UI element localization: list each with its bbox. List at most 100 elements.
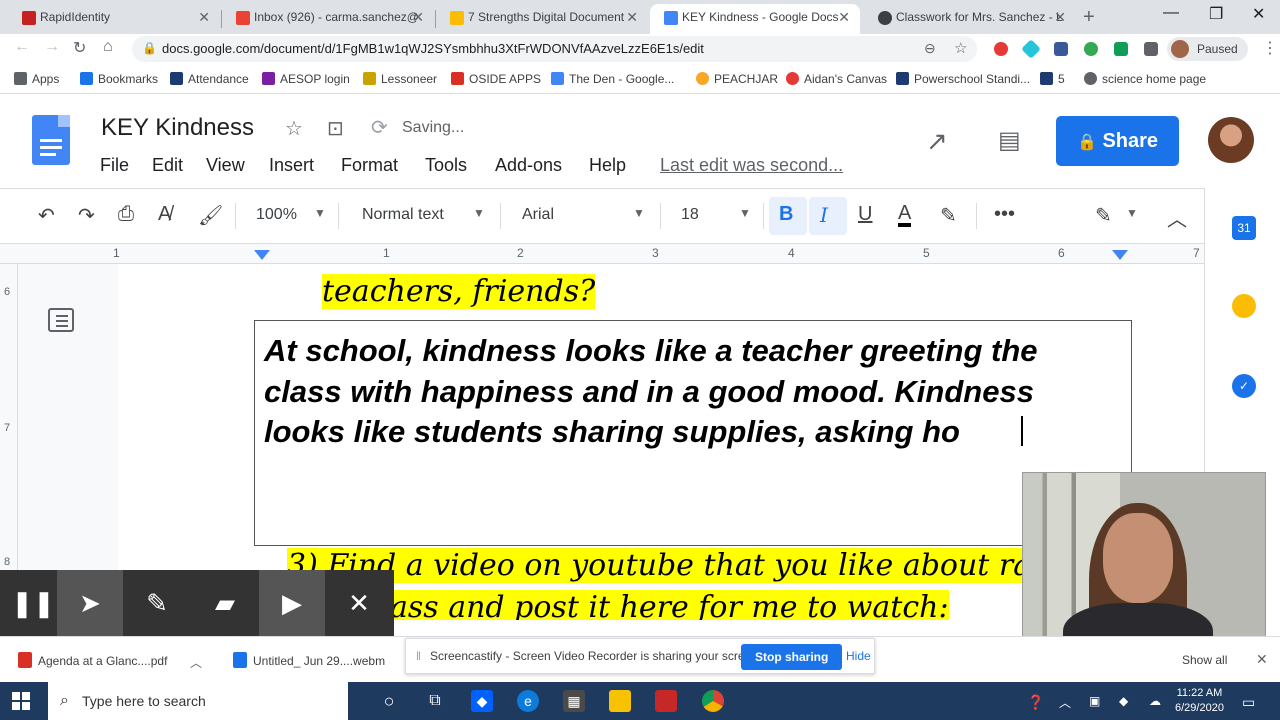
text-color-button[interactable]: A xyxy=(898,203,912,227)
tab-gmail-inbox[interactable]: Inbox (926) - carma.sanchez@ ✕ xyxy=(222,4,434,34)
hide-button[interactable]: Hide xyxy=(846,649,871,663)
move-folder-icon[interactable]: ⊡ xyxy=(327,116,344,141)
download-item[interactable]: Agenda at a Glanc....pdf ︿ xyxy=(18,652,202,670)
google-docs-logo-icon[interactable] xyxy=(32,115,70,165)
back-icon[interactable]: ← xyxy=(14,38,30,56)
menu-view[interactable]: View xyxy=(206,155,245,176)
highlighter-icon[interactable]: ▰ xyxy=(192,570,258,636)
close-window-icon[interactable]: ✕ xyxy=(1252,4,1265,24)
last-edit-link[interactable]: Last edit was second... xyxy=(660,155,843,176)
bookmark-powerschool[interactable]: Powerschool Standi... xyxy=(896,72,1030,86)
zoom-icon[interactable]: ⊖ xyxy=(924,40,936,57)
system-clock[interactable]: 11:22 AM 6/29/2020 xyxy=(1175,686,1224,716)
restore-icon[interactable]: ❐ xyxy=(1209,4,1223,24)
document-outline-icon[interactable] xyxy=(48,308,74,332)
chevron-down-icon[interactable]: ▼ xyxy=(1126,206,1138,220)
webcam-overlay[interactable] xyxy=(1022,472,1266,656)
extension-icon[interactable] xyxy=(1084,42,1098,56)
cursor-pointer-icon[interactable]: ➤ xyxy=(57,570,123,636)
more-options-icon[interactable]: ••• xyxy=(994,203,1015,226)
menu-addons[interactable]: Add-ons xyxy=(495,155,562,176)
taskbar-search[interactable]: ⌕ Type here to search xyxy=(48,682,348,720)
extensions-puzzle-icon[interactable] xyxy=(1144,42,1158,56)
tray-app-icon[interactable]: ▣ xyxy=(1089,694,1100,708)
tasks-check-icon[interactable]: ✓ xyxy=(1232,374,1256,398)
chevron-down-icon[interactable]: ▼ xyxy=(633,206,645,220)
record-extension-icon[interactable] xyxy=(994,42,1008,56)
tab-strengths-document[interactable]: 7 Strengths Digital Document ✕ xyxy=(436,4,648,34)
menu-edit[interactable]: Edit xyxy=(152,155,183,176)
bookmark-aesop[interactable]: AESOP login xyxy=(262,72,350,86)
tab-classwork[interactable]: Classwork for Mrs. Sanchez - L ✕ xyxy=(864,4,1076,34)
highlight-pen-icon[interactable]: ✎ xyxy=(940,203,957,228)
task-view-icon[interactable]: ⧉ xyxy=(424,690,446,712)
menu-insert[interactable]: Insert xyxy=(269,155,314,176)
close-tab-icon[interactable]: ✕ xyxy=(412,4,424,30)
document-title[interactable]: KEY Kindness xyxy=(101,114,254,142)
chevron-up-icon[interactable]: ︿ xyxy=(190,654,202,671)
font-size-select[interactable]: 18 xyxy=(681,206,699,224)
menu-tools[interactable]: Tools xyxy=(425,155,467,176)
bookmark-the-den[interactable]: The Den - Google... xyxy=(551,72,674,86)
bookmark-oside-apps[interactable]: OSIDE APPS xyxy=(451,72,541,86)
editing-mode-pencil-icon[interactable]: ✎ xyxy=(1095,203,1112,228)
close-tab-icon[interactable]: ✕ xyxy=(626,4,638,30)
tab-rapididentity[interactable]: RapidIdentity ✕ xyxy=(8,4,220,34)
calculator-icon[interactable]: ▦ xyxy=(563,690,585,712)
share-button[interactable]: 🔒 Share xyxy=(1056,116,1179,166)
menu-help[interactable]: Help xyxy=(589,155,626,176)
stop-sharing-button[interactable]: Stop sharing xyxy=(741,644,843,670)
dropbox-icon[interactable]: ◆ xyxy=(471,690,493,712)
onedrive-cloud-icon[interactable]: ☁ xyxy=(1149,694,1161,708)
photos-icon[interactable] xyxy=(655,690,677,712)
show-all-downloads[interactable]: Show all xyxy=(1182,653,1227,667)
bookmark-star-icon[interactable]: ☆ xyxy=(954,39,967,57)
help-icon[interactable]: ❓ xyxy=(1027,694,1044,711)
comments-icon[interactable]: ▤ xyxy=(998,126,1021,155)
drag-handle-icon[interactable]: ‖ xyxy=(416,649,421,663)
tab-key-kindness[interactable]: KEY Kindness - Google Docs ✕ xyxy=(650,4,860,34)
home-icon[interactable]: ⌂ xyxy=(103,38,113,56)
menu-format[interactable]: Format xyxy=(341,155,398,176)
bookmark-attendance[interactable]: Attendance xyxy=(170,72,249,86)
reload-icon[interactable]: ↻ xyxy=(73,38,86,58)
dropbox-tray-icon[interactable]: ◆ xyxy=(1119,694,1128,708)
bookmark-5[interactable]: 5 xyxy=(1040,72,1065,86)
bookmark-aidans-canvas[interactable]: Aidan's Canvas xyxy=(786,72,887,86)
close-icon[interactable]: ✕ xyxy=(1256,651,1268,668)
facebook-extension-icon[interactable] xyxy=(1054,42,1068,56)
spellcheck-icon[interactable]: A̸ xyxy=(158,203,171,226)
italic-button[interactable]: I xyxy=(820,203,828,227)
collapse-chevron-up-icon[interactable]: ︿ xyxy=(1167,203,1187,232)
menu-file[interactable]: File xyxy=(100,155,129,176)
chevron-down-icon[interactable]: ▼ xyxy=(473,206,485,220)
address-bar[interactable]: 🔒 docs.google.com/document/d/1FgMB1w1qWJ… xyxy=(132,36,977,62)
right-indent-marker[interactable] xyxy=(1112,250,1128,260)
bookmark-bookmarks[interactable]: Bookmarks xyxy=(80,72,158,86)
horizontal-ruler[interactable]: 1 1 2 3 4 5 6 7 xyxy=(0,244,1204,264)
left-indent-marker[interactable] xyxy=(254,250,270,260)
forward-icon[interactable]: → xyxy=(44,38,60,56)
chevron-up-icon[interactable]: ︿ xyxy=(1059,694,1071,711)
answer-text-box[interactable]: At school, kindness looks like a teacher… xyxy=(254,320,1132,546)
activity-trend-icon[interactable]: ↗ xyxy=(926,126,948,157)
new-tab-icon[interactable]: + xyxy=(1083,6,1095,29)
profile-button[interactable]: Paused xyxy=(1167,37,1248,61)
windows-start-icon[interactable] xyxy=(12,692,30,710)
close-tab-icon[interactable]: ✕ xyxy=(838,4,850,30)
browser-menu-icon[interactable]: ⋮ xyxy=(1262,38,1278,58)
underline-button[interactable]: U xyxy=(858,203,872,226)
cortana-icon[interactable]: ○ xyxy=(378,690,400,712)
close-tab-icon[interactable]: ✕ xyxy=(198,4,210,30)
chevron-down-icon[interactable]: ▼ xyxy=(314,206,326,220)
extension-icon[interactable] xyxy=(1114,42,1128,56)
paint-format-icon[interactable]: 🖌 xyxy=(198,203,223,228)
minimize-icon[interactable]: — xyxy=(1163,4,1179,22)
extension-icon[interactable] xyxy=(1021,39,1041,59)
download-item[interactable]: Untitled_ Jun 29....webm xyxy=(233,652,385,668)
calendar-icon[interactable]: 31 xyxy=(1232,216,1256,240)
notifications-icon[interactable]: ▭ xyxy=(1242,694,1255,711)
undo-icon[interactable]: ↶ xyxy=(38,203,55,228)
vertical-ruler[interactable]: 6 7 8 xyxy=(0,264,18,620)
bookmark-apps[interactable]: Apps xyxy=(14,72,59,86)
